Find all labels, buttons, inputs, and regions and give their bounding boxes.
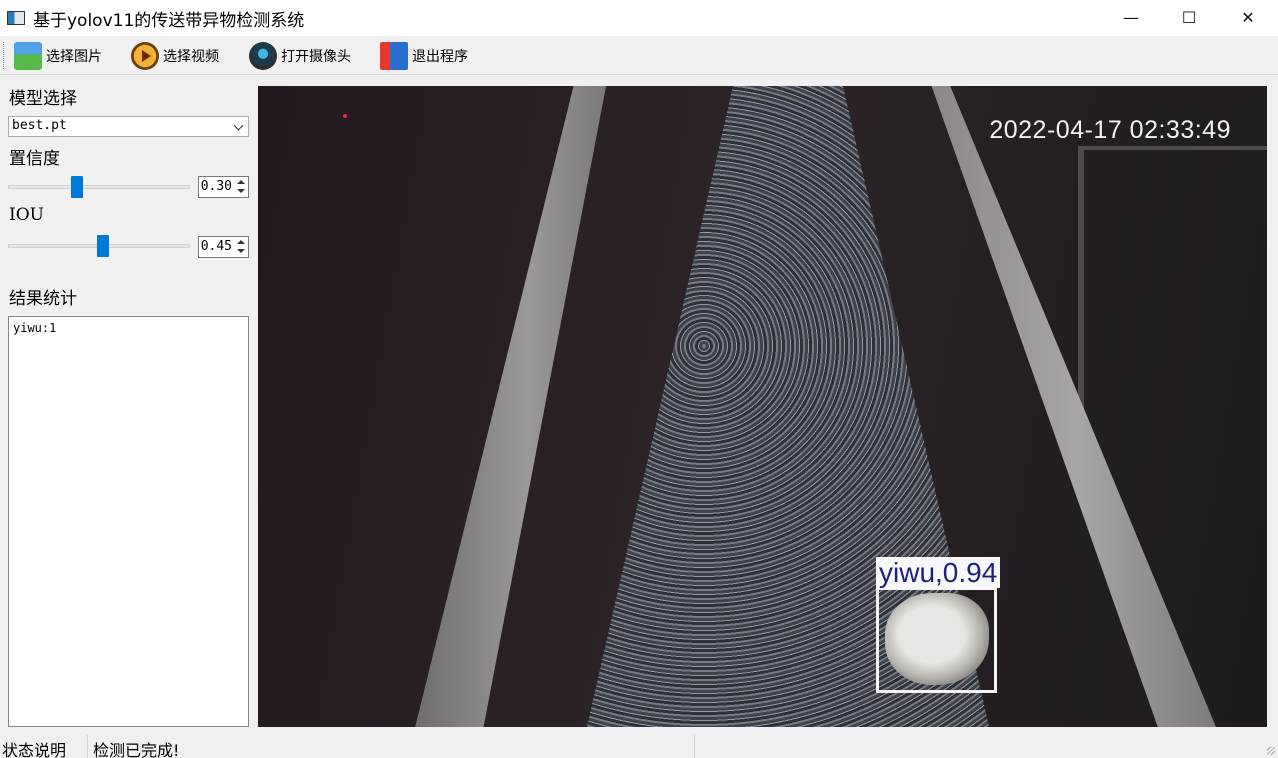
spin-down-icon[interactable] bbox=[235, 187, 246, 196]
app-icon bbox=[7, 11, 25, 25]
window-title: 基于yolov11的传送带异物检测系统 bbox=[33, 10, 305, 31]
maximize-icon: ☐ bbox=[1181, 7, 1197, 27]
detection-image-view: 2022-04-17 02:33:49 yiwu,0.94 bbox=[258, 86, 1267, 727]
select-video-label: 选择视频 bbox=[163, 48, 219, 65]
minimize-icon: — bbox=[1123, 7, 1139, 27]
iou-slider-handle[interactable] bbox=[97, 235, 109, 257]
results-text: yiwu:1 bbox=[13, 321, 57, 335]
confidence-value: 0.30 bbox=[200, 179, 232, 194]
chevron-down-icon bbox=[233, 120, 244, 131]
results-textbox[interactable]: yiwu:1 bbox=[8, 316, 249, 727]
picture-icon bbox=[14, 41, 42, 70]
resize-grip-icon[interactable] bbox=[1267, 747, 1275, 755]
close-button[interactable]: ✕ bbox=[1219, 0, 1277, 34]
exit-program-label: 退出程序 bbox=[412, 48, 468, 65]
confidence-slider[interactable] bbox=[8, 176, 190, 198]
toolbar: 选择图片 选择视频 打开摄像头 退出程序 bbox=[0, 36, 1278, 75]
status-value: 检测已完成! bbox=[93, 741, 180, 758]
iou-label: IOU bbox=[9, 205, 44, 225]
status-bar: 状态说明 检测已完成! bbox=[0, 733, 1278, 758]
maximize-button[interactable]: ☐ bbox=[1160, 0, 1218, 34]
close-icon: ✕ bbox=[1241, 7, 1255, 27]
exit-program-button[interactable]: 退出程序 bbox=[380, 40, 468, 71]
confidence-slider-handle[interactable] bbox=[71, 176, 83, 198]
open-camera-button[interactable]: 打开摄像头 bbox=[249, 40, 351, 71]
model-select-value: best.pt bbox=[12, 118, 67, 133]
confidence-slider-track bbox=[8, 185, 190, 189]
webcam-icon bbox=[249, 41, 277, 70]
status-divider bbox=[694, 735, 695, 758]
minimize-button[interactable]: — bbox=[1102, 0, 1160, 34]
select-image-button[interactable]: 选择图片 bbox=[14, 40, 102, 71]
toolbar-grip[interactable] bbox=[3, 42, 6, 69]
iou-slider[interactable] bbox=[8, 235, 190, 257]
spin-down-icon[interactable] bbox=[235, 247, 246, 256]
model-select-dropdown[interactable]: best.pt bbox=[8, 116, 249, 137]
status-divider bbox=[87, 735, 88, 758]
status-label: 状态说明 bbox=[2, 741, 67, 758]
confidence-spinbox[interactable]: 0.30 bbox=[198, 176, 249, 198]
title-bar: 基于yolov11的传送带异物检测系统 — ☐ ✕ bbox=[0, 0, 1278, 36]
iou-spinbox[interactable]: 0.45 bbox=[198, 236, 249, 258]
detection-bounding-box bbox=[876, 587, 997, 693]
video-timestamp: 2022-04-17 02:33:49 bbox=[989, 116, 1231, 144]
support-structure bbox=[1078, 146, 1267, 446]
indicator-light bbox=[343, 114, 347, 118]
select-image-label: 选择图片 bbox=[46, 48, 102, 65]
play-icon bbox=[131, 41, 159, 70]
detection-label: yiwu,0.94 bbox=[876, 557, 1001, 588]
select-video-button[interactable]: 选择视频 bbox=[131, 40, 219, 71]
exit-door-icon bbox=[380, 41, 408, 70]
confidence-label: 置信度 bbox=[9, 149, 60, 169]
spin-up-icon[interactable] bbox=[235, 178, 246, 187]
open-camera-label: 打开摄像头 bbox=[281, 48, 351, 65]
model-select-label: 模型选择 bbox=[9, 89, 77, 109]
spin-up-icon[interactable] bbox=[235, 238, 246, 247]
iou-value: 0.45 bbox=[200, 239, 232, 254]
results-label: 结果统计 bbox=[9, 289, 77, 309]
